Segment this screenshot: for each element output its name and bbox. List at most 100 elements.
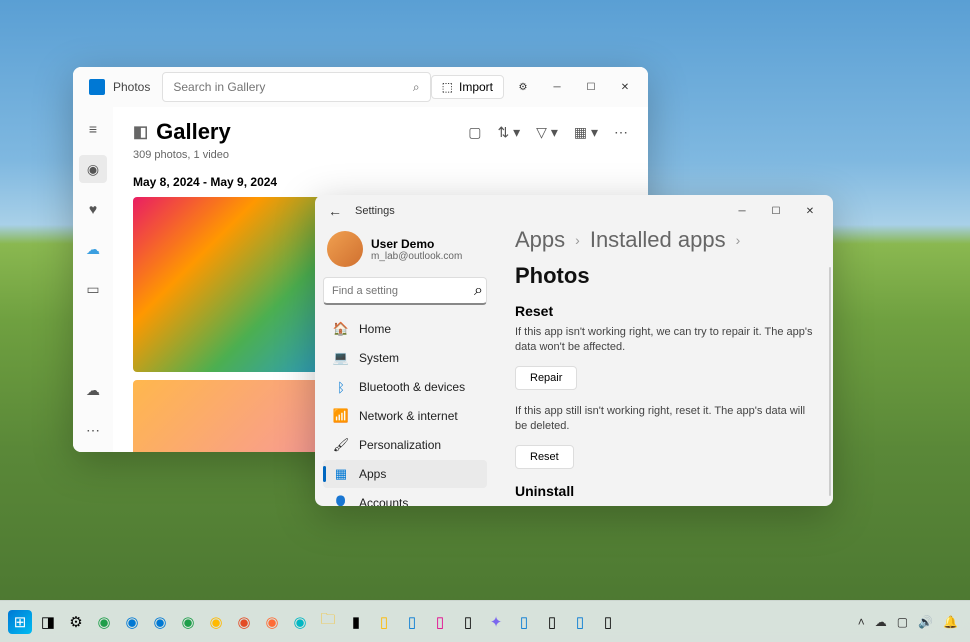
reset-button[interactable]: Reset (515, 445, 574, 469)
search-icon: ⌕ (413, 80, 420, 95)
photos-app-name: Photos (113, 80, 150, 94)
nav-system[interactable]: 💻System (323, 344, 487, 372)
tray-chevron-icon[interactable]: ˄ (858, 615, 865, 629)
nav-home[interactable]: 🏠 Home (323, 315, 487, 343)
chevron-right-icon: › (736, 232, 741, 248)
back-button[interactable]: ← (323, 199, 347, 223)
cloud-icon[interactable]: ☁ (79, 235, 107, 263)
user-block[interactable]: User Demo m_lab@outlook.com (323, 227, 487, 277)
more-icon[interactable]: ⋯ (79, 416, 107, 444)
close-button[interactable]: ✕ (610, 72, 640, 102)
folders-icon[interactable]: ▭ (79, 275, 107, 303)
photos-titlebar: Photos ⌕ ⬚ Import ⚙ ─ ☐ ✕ (73, 67, 648, 107)
copilot-icon[interactable]: ✦ (484, 610, 508, 634)
uninstall-description: Uninstall this app and its settings. You… (515, 505, 813, 506)
breadcrumb-apps[interactable]: Apps (515, 227, 565, 253)
system-icon: 💻 (333, 350, 349, 366)
taskbar-app-icon[interactable]: ▯ (568, 610, 592, 634)
taskbar-app-icon[interactable]: ▯ (596, 610, 620, 634)
taskbar: ⊞ ◨ ⚙ ◉ ◉ ◉ ◉ ◉ ◉ ◉ ◉ 🗀 ▮ ▯ ▯ ▯ ▯ ✦ ▯ ▯ … (0, 600, 970, 642)
start-button[interactable]: ⊞ (8, 610, 32, 634)
gallery-count: 309 photos, 1 video (133, 149, 628, 161)
nav-label: Network & internet (359, 409, 458, 423)
minimize-button[interactable]: ─ (727, 196, 757, 226)
tray-icon[interactable]: ▢ (897, 615, 908, 629)
taskbar-app-icon[interactable]: ▯ (400, 610, 424, 634)
settings-sidebar: User Demo m_lab@outlook.com ⌕ 🏠 Home 💻Sys… (315, 227, 495, 506)
taskbar-app-icon[interactable]: ▯ (456, 610, 480, 634)
taskbar-app-icon[interactable]: ⚙ (64, 610, 88, 634)
onedrive-icon[interactable]: ☁ (79, 376, 107, 404)
volume-icon[interactable]: 🔊 (918, 615, 933, 629)
nav-accounts[interactable]: 👤Accounts (323, 489, 487, 506)
task-view-icon[interactable]: ◨ (36, 610, 60, 634)
home-icon: 🏠 (333, 321, 349, 337)
user-name: User Demo (371, 237, 462, 251)
taskbar-app-icon[interactable]: ◉ (260, 610, 284, 634)
repair-description: If this app isn't working right, we can … (515, 325, 813, 356)
nav-network[interactable]: 📶Network & internet (323, 402, 487, 430)
nav-label: Bluetooth & devices (359, 380, 465, 394)
gallery-search-input[interactable] (173, 80, 413, 94)
minimize-button[interactable]: ─ (542, 72, 572, 102)
settings-title: Settings (355, 205, 395, 217)
settings-gear-icon[interactable]: ⚙ (508, 72, 538, 102)
terminal-icon[interactable]: ▮ (344, 610, 368, 634)
notifications-icon[interactable]: 🔔 (943, 615, 958, 629)
system-tray: ˄ ☁ ▢ 🔊 🔔 (858, 615, 970, 629)
find-setting-search[interactable]: ⌕ (323, 277, 487, 305)
maximize-button[interactable]: ☐ (576, 72, 606, 102)
taskbar-app-icon[interactable]: ▯ (372, 610, 396, 634)
nav-bluetooth[interactable]: ᛒ Bluetooth & devices (323, 373, 487, 401)
taskbar-app-icon[interactable]: ◉ (204, 610, 228, 634)
scrollbar[interactable] (829, 267, 831, 496)
sort-icon[interactable]: ⇅ ▾ (498, 124, 521, 141)
gallery-icon[interactable]: ◉ (79, 155, 107, 183)
brush-icon: 🖌 (333, 437, 349, 453)
nav-label: Personalization (359, 438, 441, 452)
gallery-search[interactable]: ⌕ (162, 72, 430, 102)
hamburger-icon[interactable]: ≡ (79, 115, 107, 143)
gallery-glyph-icon: ◧ (133, 122, 148, 142)
repair-button[interactable]: Repair (515, 366, 577, 390)
import-label: Import (459, 80, 493, 94)
user-email: m_lab@outlook.com (371, 251, 462, 262)
gallery-title: ◧ Gallery (133, 119, 231, 145)
settings-main: Apps › Installed apps › Photos Reset If … (495, 227, 833, 506)
taskbar-app-icon[interactable]: ◉ (148, 610, 172, 634)
more-actions-icon[interactable]: ⋯ (614, 124, 628, 141)
date-range: May 8, 2024 - May 9, 2024 (133, 175, 628, 189)
import-icon: ⬚ (442, 80, 453, 94)
taskbar-app-icon[interactable]: ◉ (92, 610, 116, 634)
taskbar-app-icon[interactable]: ◉ (176, 610, 200, 634)
breadcrumb-installed[interactable]: Installed apps (590, 227, 726, 253)
nav-personalization[interactable]: 🖌 Personalization (323, 431, 487, 459)
onedrive-tray-icon[interactable]: ☁ (875, 615, 887, 629)
gallery-title-text: Gallery (156, 119, 231, 145)
close-button[interactable]: ✕ (795, 196, 825, 226)
find-setting-input[interactable] (332, 285, 474, 297)
search-icon: ⌕ (474, 282, 483, 300)
taskbar-app-icon[interactable]: ◉ (232, 610, 256, 634)
taskbar-app-icon[interactable]: ◉ (120, 610, 144, 634)
maximize-button[interactable]: ☐ (761, 196, 791, 226)
reset-heading: Reset (515, 303, 813, 319)
bluetooth-icon: ᛒ (333, 379, 349, 395)
filter-icon[interactable]: ▽ ▾ (536, 124, 558, 141)
nav-label: Home (359, 322, 391, 336)
taskbar-app-icon[interactable]: ▯ (540, 610, 564, 634)
nav-label: Apps (359, 467, 386, 481)
breadcrumb-current: Photos (515, 263, 590, 289)
view-icon[interactable]: ▦ ▾ (574, 124, 598, 141)
import-button[interactable]: ⬚ Import (431, 75, 504, 99)
slideshow-icon[interactable]: ▢ (468, 124, 481, 141)
taskbar-app-icon[interactable]: ▯ (428, 610, 452, 634)
nav-apps[interactable]: ▦ Apps (323, 460, 487, 488)
nav-label: Accounts (359, 496, 408, 506)
chevron-right-icon: › (575, 232, 580, 248)
favorites-icon[interactable]: ♥ (79, 195, 107, 223)
taskbar-app-icon[interactable]: ▯ (512, 610, 536, 634)
file-explorer-icon[interactable]: 🗀 (316, 610, 340, 634)
taskbar-app-icon[interactable]: ◉ (288, 610, 312, 634)
apps-icon: ▦ (333, 466, 349, 482)
